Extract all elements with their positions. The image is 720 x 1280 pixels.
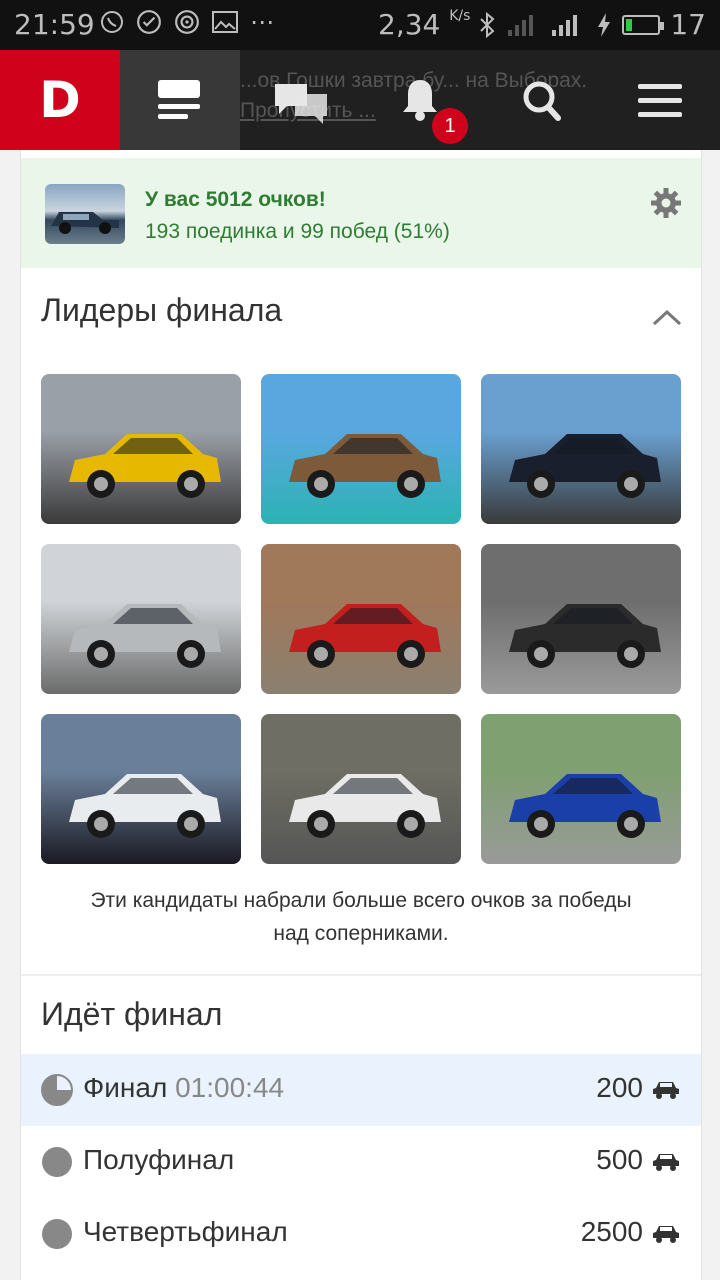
battery-icon — [622, 14, 665, 35]
top-navbar: ...ов Гошки завтра бу... на Выборах. Про… — [0, 50, 720, 150]
feed-icon — [158, 80, 200, 119]
blue-bmw-photo[interactable] — [481, 714, 681, 864]
leaders-photo-grid — [41, 374, 681, 864]
round-label: Финал 01:00:44 — [83, 1072, 285, 1103]
bluetooth-icon — [480, 11, 495, 38]
round-row-final[interactable]: Финал 01:00:44 200 — [21, 1054, 701, 1126]
main-card: У вас 5012 очков! 193 поединка и 99 побе… — [20, 150, 702, 1280]
feed-button[interactable] — [120, 50, 240, 150]
chat-icon — [275, 84, 327, 124]
timer-pie-icon — [41, 1074, 73, 1106]
check-circle-icon — [137, 10, 161, 34]
yellow-bmw-photo[interactable] — [41, 374, 241, 524]
chevron-up-icon[interactable] — [651, 302, 683, 334]
bell-icon — [403, 80, 437, 121]
dark-coupe-photo[interactable] — [41, 714, 241, 864]
silver-bmw-photo[interactable] — [41, 544, 241, 694]
battery-level: 17 — [670, 8, 706, 41]
black-chaser-photo[interactable] — [481, 374, 681, 524]
status-notification-icons: ⋯ — [100, 8, 274, 36]
round-status-dot-icon — [42, 1219, 72, 1249]
score-title: У вас 5012 очков! — [145, 188, 326, 211]
round-points: 2500 — [580, 1216, 643, 1247]
section-divider — [21, 974, 701, 976]
net-speed: 2,34 K/s — [378, 8, 471, 41]
round-points: 200 — [596, 1072, 643, 1103]
round-points: 500 — [596, 1144, 643, 1175]
status-bar: 21:59 ⋯ 2,34 K/s 17 — [0, 0, 720, 50]
signal-4g-icon — [552, 14, 578, 36]
round-label: Полуфинал — [83, 1144, 235, 1175]
round-row-semifinal[interactable]: Полуфинал 500 — [21, 1126, 701, 1198]
round-label: Четвертьфинал — [83, 1216, 288, 1247]
search-icon — [523, 81, 561, 121]
status-system-icons: 17 — [478, 8, 706, 41]
score-stats: 193 поединка и 99 побед (51%) — [145, 220, 450, 243]
car-icon — [653, 1226, 679, 1243]
search-button[interactable] — [480, 50, 600, 150]
notification-badge: 1 — [432, 108, 468, 144]
car-icon — [653, 1082, 679, 1099]
signal-icon — [508, 14, 534, 36]
teal-bmw-photo[interactable] — [261, 374, 461, 524]
audi-interior-photo[interactable] — [481, 544, 681, 694]
hotspot-icon — [175, 10, 199, 34]
gear-icon[interactable] — [651, 188, 681, 218]
status-time: 21:59 — [14, 8, 95, 41]
score-banner: У вас 5012 очков! 193 поединка и 99 побе… — [21, 158, 701, 268]
caption-line-1: Эти кандидаты набрали больше всего очков… — [90, 889, 632, 912]
image-icon — [212, 11, 238, 33]
drive2-logo[interactable]: D — [0, 50, 120, 150]
round-row-quarterfinal[interactable]: Четвертьфинал 2500 — [21, 1198, 701, 1270]
white-saab-photo[interactable] — [261, 714, 461, 864]
car-icon — [653, 1154, 679, 1171]
red-lada-photo[interactable] — [261, 544, 461, 694]
more-icon: ⋯ — [250, 8, 274, 36]
menu-button[interactable] — [600, 50, 720, 150]
caption-line-2: над соперниками. — [273, 922, 449, 945]
charging-icon — [598, 12, 611, 37]
messages-button[interactable] — [240, 50, 360, 150]
final-title: Идёт финал — [41, 996, 223, 1032]
round-timer: 01:00:44 — [175, 1072, 285, 1103]
round-status-dot-icon — [42, 1147, 72, 1177]
leaders-title: Лидеры финала — [41, 292, 283, 328]
leaders-caption: Эти кандидаты набрали больше всего очков… — [41, 884, 681, 950]
hamburger-icon — [638, 84, 682, 117]
viber-icon — [101, 11, 123, 33]
user-car-avatar[interactable] — [45, 184, 125, 244]
